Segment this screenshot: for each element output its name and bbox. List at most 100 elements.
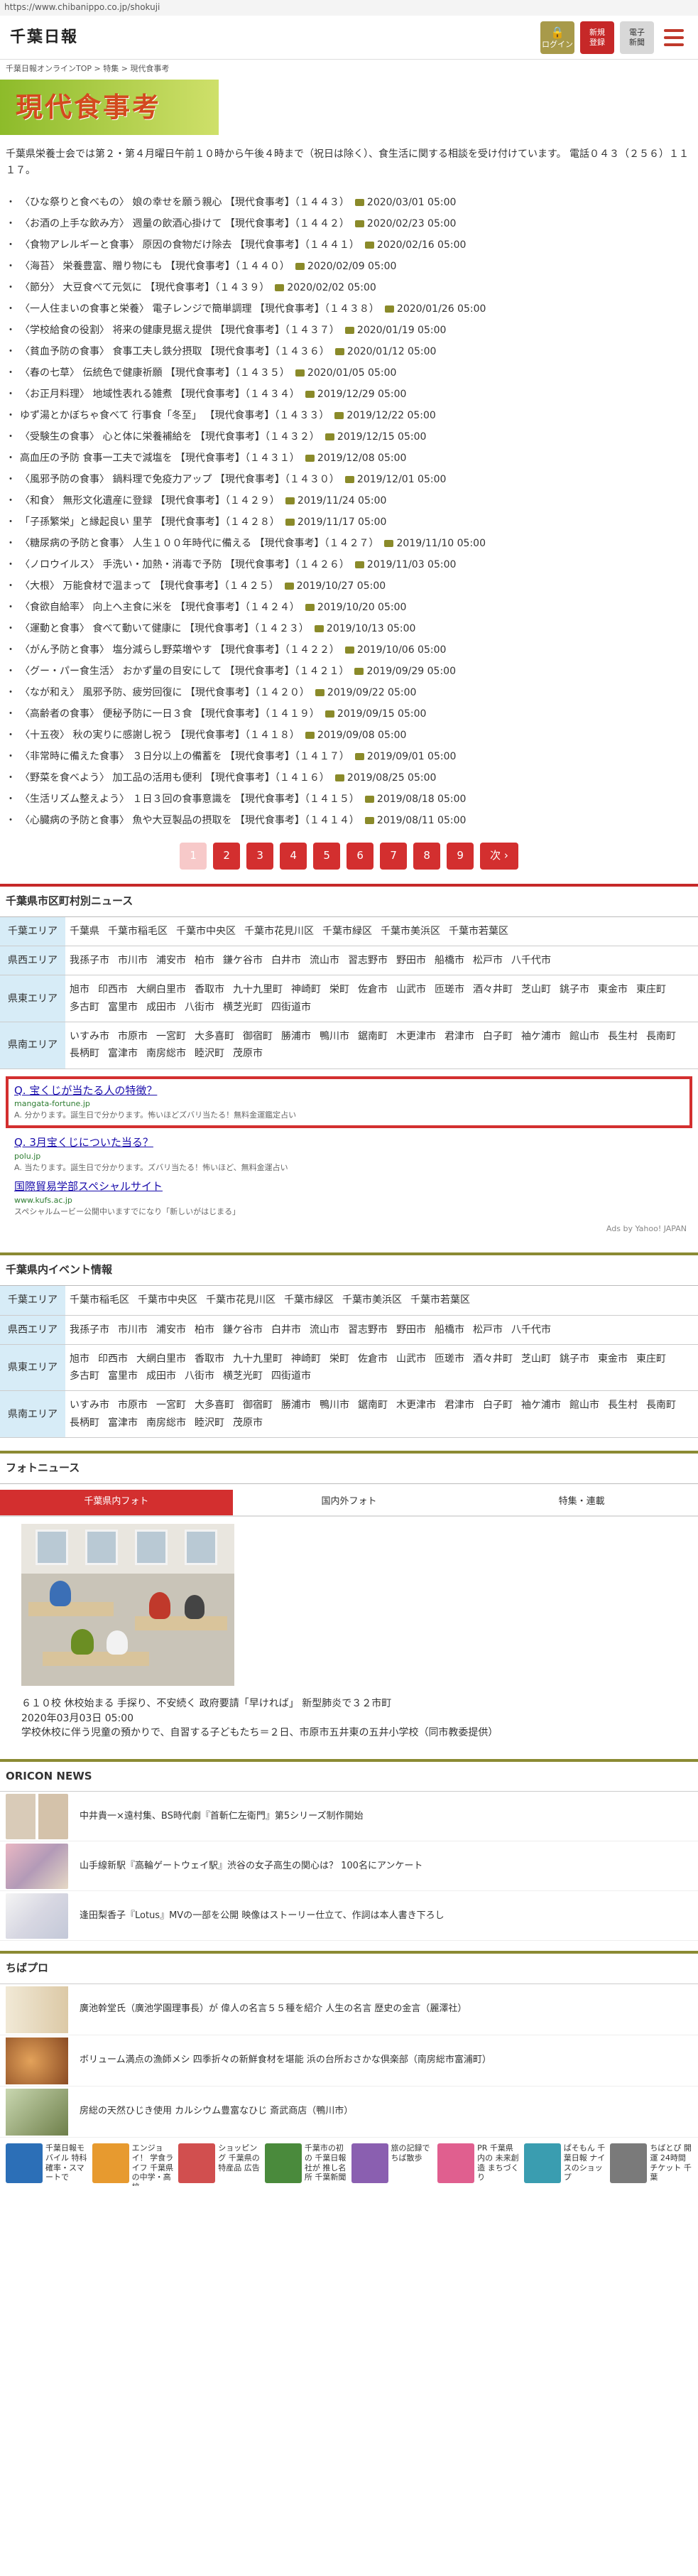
town-link[interactable]: 一宮町 [156,1029,186,1044]
town-link[interactable]: 八千代市 [511,953,551,968]
town-link[interactable]: 千葉市緑区 [284,1293,334,1307]
town-link[interactable]: 市原市 [118,1398,148,1412]
town-link[interactable]: 館山市 [569,1398,599,1412]
register-button[interactable]: 新規 登録 [580,21,614,54]
chiba-pro-item[interactable]: 房総の天然ひじき使用 カルシウム豊富なひじ 斎武商店（鴨川市） [0,2087,698,2138]
town-link[interactable]: 千葉市美浜区 [381,924,440,938]
banner-image[interactable] [92,2143,129,2184]
town-link[interactable]: 栄町 [329,983,349,997]
town-link[interactable]: 松戸市 [473,953,503,968]
town-link[interactable]: いすみ市 [70,1029,109,1044]
banner-item[interactable]: PR 千葉県内の 未来創造 まちづくり [437,2143,520,2189]
banner-text[interactable]: 旅の記録で ちば散歩 [391,2143,434,2163]
town-link[interactable]: 千葉市若葉区 [410,1293,470,1307]
town-link[interactable]: 印西市 [98,1352,128,1366]
oricon-thumbnail[interactable] [6,1793,68,1839]
banner-image[interactable] [351,2143,388,2184]
chiba-pro-thumbnail[interactable] [6,2037,68,2084]
banner-text[interactable]: PR 千葉県内の 未来創造 まちづくり [477,2143,520,2182]
chiba-pro-item[interactable]: ボリューム満点の漁師メシ 四季折々の新鮮食材を堪能 浜の台所おさかな倶楽部（南房… [0,2035,698,2087]
town-link[interactable]: 東金市 [598,983,628,997]
article-title[interactable]: 〈グー・パー食生活〉 おかず量の目安にして 【現代食事考】（１４２１） [20,664,349,678]
breadcrumb[interactable]: 千葉日報オンラインTOP > 特集 > 現代食事考 [0,60,698,78]
article-title[interactable]: 高血圧の予防 食事一工夫で減塩を 【現代食事考】（１４３１） [20,451,300,465]
article-item[interactable]: ・〈受験生の食事〉 心と体に栄養補給を 【現代食事考】（１４３２） 2019/12… [6,426,692,448]
town-link[interactable]: 八街市 [185,1000,214,1014]
banner-image[interactable] [437,2143,475,2184]
town-link[interactable]: 九十九里町 [233,1352,283,1366]
next-page-button[interactable]: 次 › [480,843,518,870]
town-link[interactable]: 白子町 [483,1398,513,1412]
ad-title[interactable]: Q. 宝くじが当たる人の特徴？ [14,1083,684,1099]
oricon-thumbnail[interactable] [6,1893,68,1939]
banner-image[interactable] [6,2143,43,2184]
article-item[interactable]: ・〈和食〉 無形文化遺産に登録 【現代食事考】（１４２９） 2019/11/24 … [6,490,692,512]
tab-domestic-photo[interactable]: 国内外フォト [232,1490,466,1517]
page-5-button[interactable]: 5 [313,843,341,870]
town-link[interactable]: 横芝光町 [223,1000,263,1014]
tab-features[interactable]: 特集・連載 [465,1490,698,1517]
town-link[interactable]: 成田市 [146,1369,176,1383]
town-link[interactable]: 大多喜町 [195,1398,234,1412]
page-8-button[interactable]: 8 [413,843,441,870]
article-title[interactable]: 〈学校給食の役割〉 将来の健康見据え提供 【現代食事考】（１４３７） [20,323,339,337]
article-title[interactable]: 〈運動と食事〉 食べて動いて健康に 【現代食事考】（１４２３） [20,622,309,636]
article-title[interactable]: 〈なが和え〉 風邪予防、疲労回復に 【現代食事考】（１４２０） [20,686,310,700]
town-link[interactable]: 東金市 [598,1352,628,1366]
banner-item[interactable]: エンジョイ！ 学食ライフ 千葉県の中学・高校 [92,2143,175,2189]
article-title[interactable]: 〈風邪予防の食事〉 鍋料理で免疫力アップ 【現代食事考】（１４３０） [20,472,339,487]
photo-news-image[interactable] [21,1523,234,1686]
town-link[interactable]: 南房総市 [146,1046,186,1061]
town-link[interactable]: 四街道市 [271,1000,311,1014]
town-link[interactable]: 南房総市 [146,1416,186,1430]
town-link[interactable]: 東庄町 [636,1352,666,1366]
town-link[interactable]: 東庄町 [636,983,666,997]
town-link[interactable]: 袖ケ浦市 [521,1398,561,1412]
article-title[interactable]: 〈十五夜〉 秋の実りに感謝し祝う 【現代食事考】（１４１８） [20,728,300,742]
article-item[interactable]: ・〈一人住まいの食事と栄養〉 電子レンジで簡単調理 【現代食事考】（１４３８） 2… [6,298,692,320]
oricon-item[interactable]: 中井貴一×遠村集、BS時代劇『首斬仁左衛門』第5シリーズ制作開始 [0,1792,698,1842]
town-link[interactable]: 芝山町 [521,983,551,997]
banner-text[interactable]: ショッピング 千葉県の特産品 広告 [218,2143,261,2172]
banner-item[interactable]: 千葉日報モバイル 特科確率・スマートで [6,2143,88,2189]
banner-item[interactable]: ちばとぴ 開運 24時間チケット 千葉 [610,2143,692,2189]
oricon-item-title[interactable]: 山手線新駅『高輪ゲートウェイ駅』渋谷の女子高生の関心は？ 100名にアンケート [80,1860,422,1873]
town-link[interactable]: 千葉市緑区 [322,924,372,938]
oricon-item-title[interactable]: 中井貴一×遠村集、BS時代劇『首斬仁左衛門』第5シリーズ制作開始 [80,1810,363,1824]
article-title[interactable]: 〈お酒の上手な飲み方〉 週量の飲酒心掛けて 【現代食事考】（１４４２） [20,217,349,231]
town-link[interactable]: 鎌ケ谷市 [223,1323,263,1337]
page-3-button[interactable]: 3 [246,843,274,870]
town-link[interactable]: 市原市 [118,1029,148,1044]
town-link[interactable]: 千葉市稲毛区 [70,1293,129,1307]
town-link[interactable]: 白子町 [483,1029,513,1044]
town-link[interactable]: 四街道市 [271,1369,311,1383]
epaper-button[interactable]: 電子 新聞 [620,21,654,54]
article-title[interactable]: 〈春の七草〉 伝統色で健康祈願 【現代食事考】（１４３５） [20,366,290,380]
article-item[interactable]: ・〈高齢者の食事〉 便秘予防に一日３食 【現代食事考】（１４１９） 2019/09… [6,703,692,725]
town-link[interactable]: 鴨川市 [320,1398,349,1412]
town-link[interactable]: 我孫子市 [70,953,109,968]
article-title[interactable]: 〈受験生の食事〉 心と体に栄養補給を 【現代食事考】（１４３２） [20,430,320,444]
town-link[interactable]: 流山市 [310,953,339,968]
town-link[interactable]: 八街市 [185,1369,214,1383]
article-item[interactable]: ・〈食物アレルギーと食事〉 原因の食物だけ除去 【現代食事考】（１４４１） 202… [6,234,692,256]
article-item[interactable]: ・〈糖尿病の予防と食事〉 人生１００年時代に備える 【現代食事考】（１４２７） 2… [6,533,692,554]
article-title[interactable]: 〈食欲自給率〉 向上へ主食に米を 【現代食事考】（１４２４） [20,600,300,615]
town-link[interactable]: 習志野市 [348,1323,388,1337]
banner-text[interactable]: 千葉日報モバイル 特科確率・スマートで [45,2143,88,2182]
page-2-button[interactable]: 2 [213,843,241,870]
town-link[interactable]: 銚子市 [560,1352,589,1366]
article-item[interactable]: ・〈食欲自給率〉 向上へ主食に米を 【現代食事考】（１４２４） 2019/10/2… [6,597,692,618]
article-item[interactable]: ・〈大根〉 万能食材で温まって 【現代食事考】（１４２５） 2019/10/27 … [6,575,692,597]
town-link[interactable]: 白井市 [271,953,301,968]
article-title[interactable]: 〈大根〉 万能食材で温まって 【現代食事考】（１４２５） [20,579,279,593]
town-link[interactable]: 千葉市花見川区 [206,1293,276,1307]
town-link[interactable]: 白井市 [271,1323,301,1337]
banner-text[interactable]: エンジョイ！ 学食ライフ 千葉県の中学・高校 [132,2143,175,2186]
ad-title[interactable]: 国際貿易学部スペシャルサイト [14,1179,684,1195]
article-title[interactable]: 〈心臓病の予防と食事〉 魚や大豆製品の摂取を 【現代食事考】（１４１４） [20,813,359,828]
login-button[interactable]: 🔒 ログイン [540,21,574,54]
banner-text[interactable]: ぱそもん 千葉日報 ナイスのショップ [564,2143,606,2182]
town-link[interactable]: 一宮町 [156,1398,186,1412]
article-title[interactable]: 〈ノロウイルス〉 手洗い・加熱・消毒で予防 【現代食事考】（１４２６） [20,558,349,572]
